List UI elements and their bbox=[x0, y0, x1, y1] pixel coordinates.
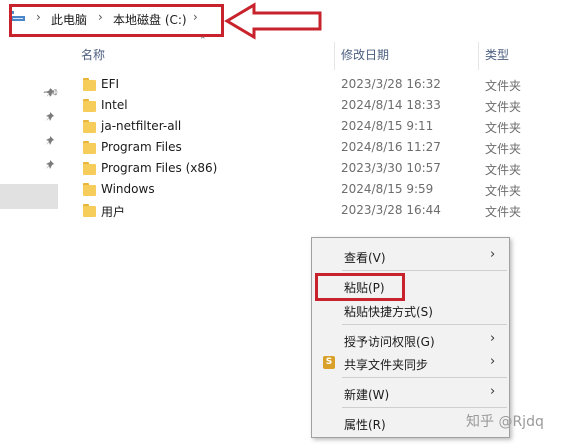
folder-icon bbox=[83, 99, 96, 112]
file-name: 用户 bbox=[101, 205, 126, 219]
menu-item-label: 授予访问权限(G) bbox=[344, 335, 435, 349]
file-name: ja-netfilter-all bbox=[101, 119, 182, 133]
column-header-name[interactable]: 名称 bbox=[81, 46, 105, 63]
watermark: 知乎 @Rjdq bbox=[466, 414, 544, 430]
chevron-right-icon: › bbox=[490, 331, 496, 346]
file-type: 文件夹 bbox=[485, 142, 522, 156]
menu-item-label: 共享文件夹同步 bbox=[344, 358, 429, 372]
list-item[interactable]: EFI 2023/3/28 16:32 文件夹 bbox=[76, 74, 556, 95]
column-header-type[interactable]: 类型 bbox=[485, 46, 509, 63]
sync-icon: S bbox=[323, 356, 335, 369]
file-name: EFI bbox=[101, 77, 120, 91]
list-item[interactable]: Windows 2024/8/15 9:59 文件夹 bbox=[76, 179, 556, 200]
folder-icon bbox=[83, 204, 96, 217]
file-name: Program Files (x86) bbox=[101, 161, 218, 175]
chevron-right-icon: › bbox=[490, 247, 496, 262]
nav-selected-item[interactable] bbox=[0, 184, 58, 209]
pin-icon[interactable] bbox=[44, 159, 56, 171]
file-type: 文件夹 bbox=[485, 79, 522, 93]
folder-icon bbox=[83, 183, 96, 196]
menu-item-view[interactable]: 查看(V) › bbox=[312, 245, 509, 267]
menu-item-label: 新建(W) bbox=[344, 388, 390, 402]
menu-item-paste-shortcut[interactable]: 粘贴快捷方式(S) bbox=[312, 299, 509, 321]
list-item[interactable]: Program Files (x86) 2023/3/30 10:57 文件夹 bbox=[76, 158, 556, 179]
file-modified: 2023/3/30 10:57 bbox=[341, 161, 441, 175]
menu-item-label: 属性(R) bbox=[344, 418, 386, 432]
menu-item-new[interactable]: 新建(W) › bbox=[312, 382, 509, 404]
list-item[interactable]: ja-netfilter-all 2024/8/15 9:11 文件夹 bbox=[76, 116, 556, 137]
paste-highlight-box bbox=[315, 273, 405, 301]
file-type: 文件夹 bbox=[485, 121, 522, 135]
list-item[interactable]: Intel 2024/8/14 18:33 文件夹 bbox=[76, 95, 556, 116]
file-name: Windows bbox=[101, 182, 155, 196]
menu-divider bbox=[342, 324, 507, 325]
menu-item-label: 查看(V) bbox=[344, 251, 386, 265]
folder-icon bbox=[83, 120, 96, 133]
list-item[interactable]: 用户 2023/3/28 16:44 文件夹 bbox=[76, 200, 556, 221]
file-type: 文件夹 bbox=[485, 163, 522, 177]
file-modified: 2023/3/28 16:32 bbox=[341, 77, 441, 91]
red-arrow-annotation bbox=[224, 2, 322, 40]
menu-item-share-sync[interactable]: S 共享文件夹同步 › bbox=[312, 352, 509, 374]
sort-ascending-icon: ⌃ bbox=[199, 36, 207, 46]
address-highlight-box bbox=[9, 4, 224, 37]
pin-icon[interactable] bbox=[44, 111, 56, 123]
chevron-right-icon: › bbox=[490, 384, 496, 399]
column-divider[interactable] bbox=[478, 42, 479, 70]
pin-icon[interactable] bbox=[44, 87, 56, 99]
file-modified: 2024/8/15 9:11 bbox=[341, 119, 434, 133]
pin-icon[interactable] bbox=[44, 135, 56, 147]
menu-item-grant-access[interactable]: 授予访问权限(G) › bbox=[312, 329, 509, 351]
folder-icon bbox=[83, 162, 96, 175]
menu-divider bbox=[342, 407, 507, 408]
menu-item-label: 粘贴快捷方式(S) bbox=[344, 305, 433, 319]
menu-divider bbox=[342, 377, 507, 378]
menu-divider bbox=[342, 270, 507, 271]
file-modified: 2024/8/14 18:33 bbox=[341, 98, 441, 112]
column-divider[interactable] bbox=[334, 42, 335, 70]
file-name: Intel bbox=[101, 98, 128, 112]
navigation-pane[interactable]: 📌︎ bbox=[0, 70, 62, 445]
file-modified: 2023/3/28 16:44 bbox=[341, 203, 441, 217]
list-item[interactable]: Program Files 2024/8/16 11:27 文件夹 bbox=[76, 137, 556, 158]
chevron-right-icon: › bbox=[490, 354, 496, 369]
folder-icon bbox=[83, 141, 96, 154]
column-header-modified[interactable]: 修改日期 bbox=[341, 46, 389, 63]
file-modified: 2024/8/15 9:59 bbox=[341, 182, 434, 196]
file-type: 文件夹 bbox=[485, 184, 522, 198]
file-type: 文件夹 bbox=[485, 205, 522, 219]
context-menu: 查看(V) › 粘贴(P) 粘贴快捷方式(S) 授予访问权限(G) › S 共享… bbox=[311, 237, 510, 438]
file-type: 文件夹 bbox=[485, 100, 522, 114]
file-modified: 2024/8/16 11:27 bbox=[341, 140, 441, 154]
folder-icon bbox=[83, 78, 96, 91]
file-name: Program Files bbox=[101, 140, 182, 154]
